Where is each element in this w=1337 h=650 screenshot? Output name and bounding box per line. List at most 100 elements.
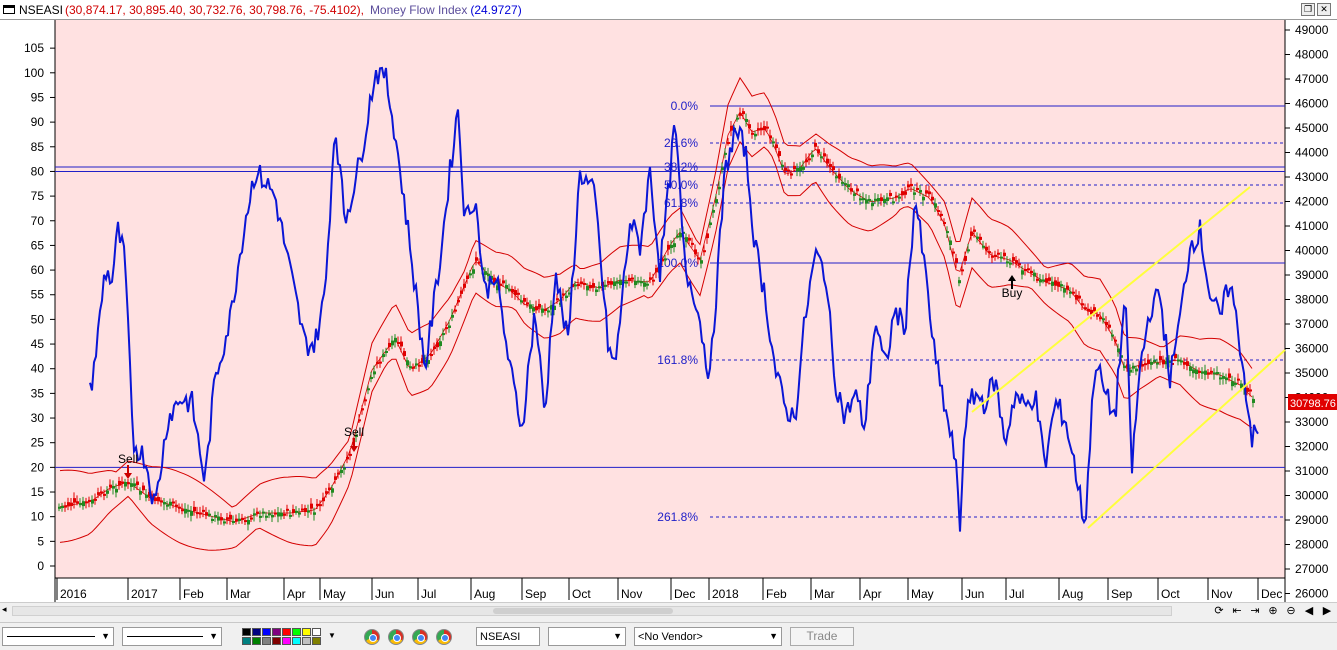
color-swatch[interactable] xyxy=(292,637,301,645)
price-candle xyxy=(346,456,349,460)
left-axis-label: 90 xyxy=(31,115,45,129)
database-select[interactable]: ▼ xyxy=(548,627,626,646)
x-axis-label: 2016 xyxy=(60,587,87,601)
price-candle xyxy=(85,501,88,504)
x-axis-label: Feb xyxy=(183,587,204,601)
sell-annotation: Sell xyxy=(344,425,364,439)
price-candle xyxy=(283,513,286,516)
price-candle xyxy=(739,113,742,116)
close-icon[interactable]: ✕ xyxy=(1317,3,1331,16)
price-candle xyxy=(256,511,259,514)
scroll-left-icon[interactable]: ◀ xyxy=(1303,604,1315,617)
x-axis-label: Jun xyxy=(965,587,984,601)
color-swatch[interactable] xyxy=(302,637,311,645)
jump-start-icon[interactable]: ⇤ xyxy=(1231,604,1243,617)
price-candle xyxy=(928,191,931,195)
refresh-icon[interactable]: ⟳ xyxy=(1213,604,1225,617)
price-candle xyxy=(280,512,283,517)
price-candle xyxy=(1096,314,1099,317)
price-candle xyxy=(259,515,262,518)
line-style-select[interactable]: ▼ xyxy=(2,627,114,646)
color-swatch[interactable] xyxy=(262,628,271,636)
price-candle xyxy=(685,237,688,242)
price-candle xyxy=(268,513,271,516)
trade-button[interactable]: Trade xyxy=(790,627,854,646)
price-candle xyxy=(238,518,241,521)
browser-icon[interactable] xyxy=(412,629,428,645)
price-candle xyxy=(505,285,508,289)
price-candle xyxy=(205,512,208,516)
price-candle xyxy=(466,275,469,280)
price-candle xyxy=(718,186,721,190)
price-candle xyxy=(832,166,835,171)
price-candle xyxy=(751,132,754,135)
color-swatch[interactable] xyxy=(282,628,291,636)
price-candle xyxy=(1114,339,1117,342)
horizontal-scrollbar[interactable]: ◂ ⟳ ⇤ ⇥ ⊕ ⊖ ◀ ▶ xyxy=(0,602,1337,619)
zoom-in-icon[interactable]: ⊕ xyxy=(1267,604,1279,617)
x-axis-label: Mar xyxy=(814,587,835,601)
color-swatch[interactable] xyxy=(252,628,261,636)
color-swatch[interactable] xyxy=(312,637,321,645)
browser-icon[interactable] xyxy=(436,629,452,645)
scroll-right-icon[interactable]: ▶ xyxy=(1321,604,1333,617)
price-candle xyxy=(1204,370,1207,375)
browser-icon[interactable] xyxy=(388,629,404,645)
line-width-select[interactable]: ▼ xyxy=(122,627,222,646)
right-axis-label: 33000 xyxy=(1295,415,1329,429)
price-candle xyxy=(643,282,646,287)
color-swatch[interactable] xyxy=(282,637,291,645)
last-price-label: 30798.76 xyxy=(1288,394,1337,410)
chart-area[interactable]: 105 100 95 90 85 80 75 70 65 60 55 50 45 40 35 30 25 20 15… xyxy=(0,20,1337,602)
left-axis-label: 5 xyxy=(37,534,44,548)
price-candle xyxy=(1189,366,1192,371)
palette-dropdown-icon[interactable]: ▼ xyxy=(328,631,336,640)
price-candle xyxy=(1219,377,1222,380)
price-candle xyxy=(313,512,316,515)
x-axis-label: Oct xyxy=(1161,587,1180,601)
price-candle xyxy=(679,233,682,238)
price-candle xyxy=(70,502,73,507)
symbol-field[interactable]: NSEASI xyxy=(476,627,540,646)
price-candle xyxy=(1195,369,1198,375)
color-swatch[interactable] xyxy=(262,637,271,645)
color-swatch[interactable] xyxy=(312,628,321,636)
price-candle xyxy=(997,252,1000,255)
color-swatch[interactable] xyxy=(302,628,311,636)
price-candle xyxy=(784,167,787,171)
browser-icon[interactable] xyxy=(364,629,380,645)
restore-icon[interactable]: ❐ xyxy=(1301,3,1315,16)
price-candle xyxy=(1057,281,1060,287)
color-swatch[interactable] xyxy=(292,628,301,636)
price-candle xyxy=(991,255,994,258)
price-candle xyxy=(907,184,910,188)
price-candle xyxy=(940,213,943,216)
right-axis-label: 44000 xyxy=(1295,146,1329,160)
color-swatch[interactable] xyxy=(272,628,281,636)
price-candle xyxy=(412,366,415,369)
price-candle xyxy=(160,500,163,503)
price-candle xyxy=(220,517,223,521)
price-candle xyxy=(103,493,106,496)
vendor-select[interactable]: <No Vendor> ▼ xyxy=(634,627,782,646)
color-swatch[interactable] xyxy=(272,637,281,645)
price-candle xyxy=(121,481,124,484)
price-candle xyxy=(1072,291,1075,294)
scroll-track[interactable] xyxy=(12,606,1172,616)
color-swatch[interactable] xyxy=(252,637,261,645)
scroll-left-arrow-icon[interactable]: ◂ xyxy=(2,604,7,615)
scroll-thumb[interactable] xyxy=(493,608,673,614)
price-candle xyxy=(964,255,967,261)
zoom-out-icon[interactable]: ⊖ xyxy=(1285,604,1297,617)
color-swatch[interactable] xyxy=(242,628,251,636)
price-candle xyxy=(328,487,331,491)
price-candle xyxy=(1198,370,1201,373)
left-axis-label: 40 xyxy=(31,362,45,376)
price-candle xyxy=(580,281,583,284)
right-axis-label: 43000 xyxy=(1295,170,1329,184)
color-swatch[interactable] xyxy=(242,637,251,645)
price-candle xyxy=(532,307,535,312)
color-palette[interactable] xyxy=(242,628,326,646)
right-axis-label: 41000 xyxy=(1295,219,1329,233)
jump-end-icon[interactable]: ⇥ xyxy=(1249,604,1261,617)
